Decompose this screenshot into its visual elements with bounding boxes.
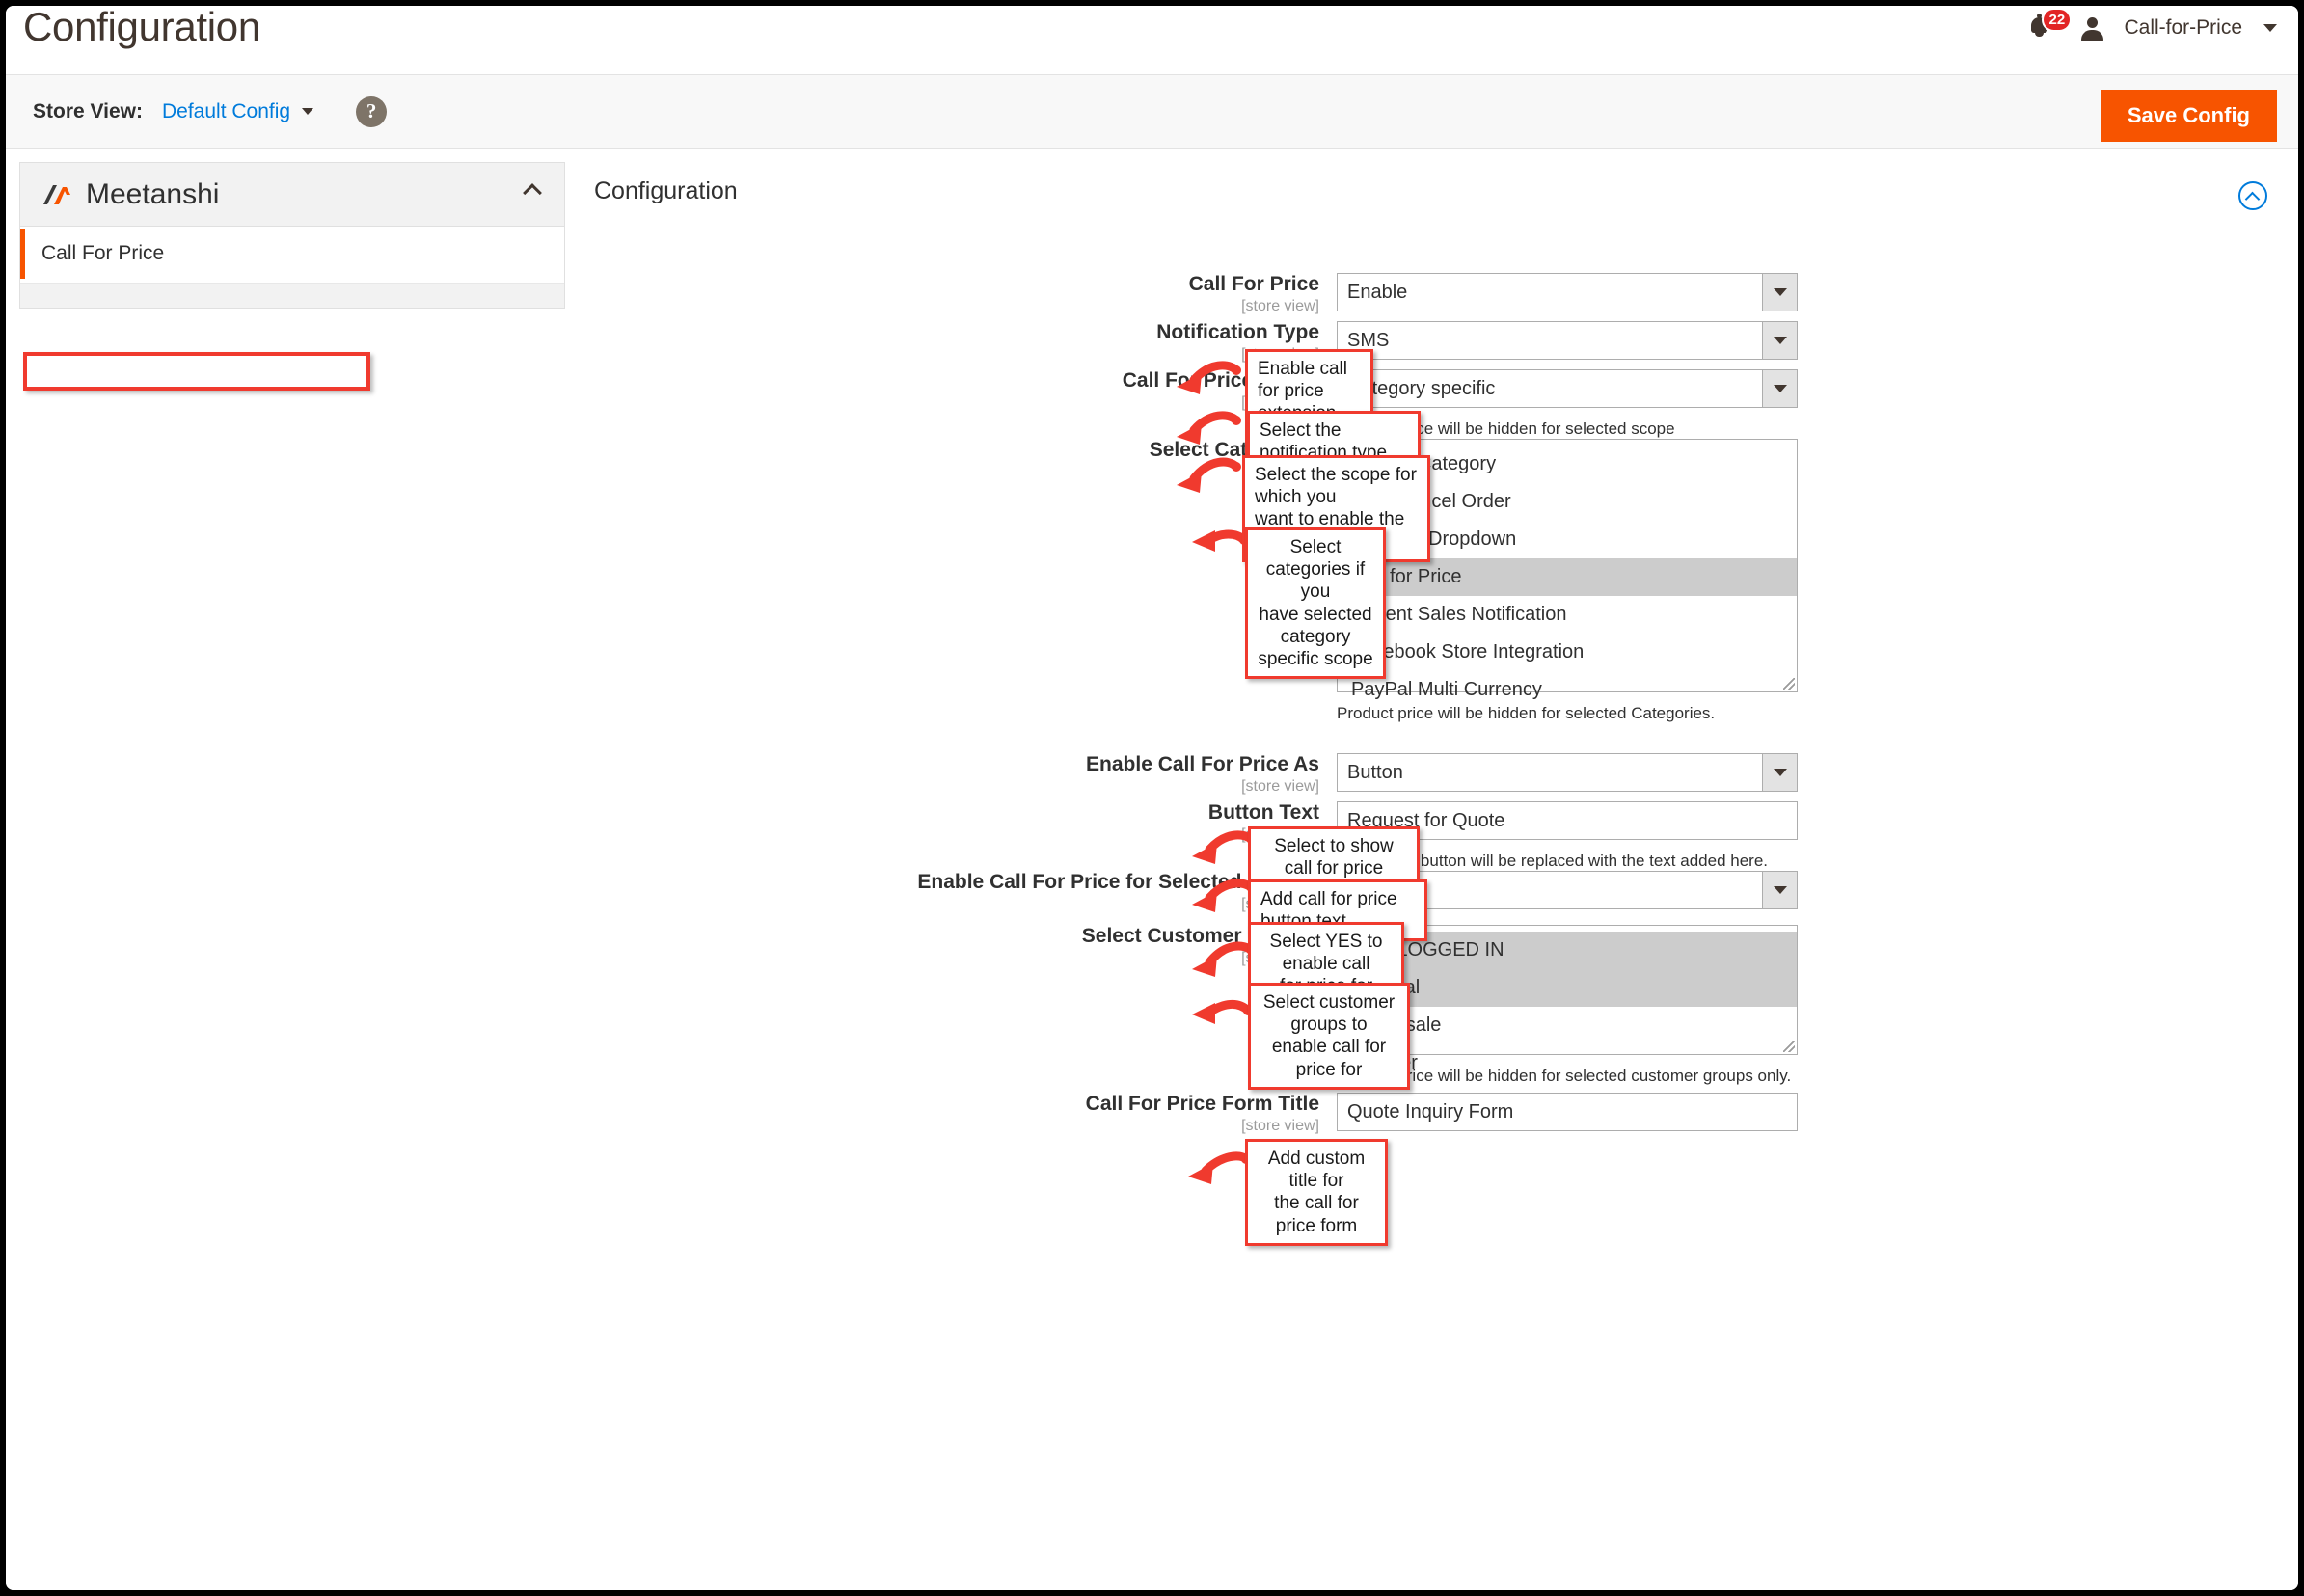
field-label: Call For Price [1188, 273, 1319, 295]
chevron-down-icon[interactable] [1762, 754, 1797, 791]
field-label-col: Enable Call For Price As [store view] [584, 753, 1337, 796]
field-label-col: Call For Price [store view] [584, 273, 1337, 315]
chevron-down-icon[interactable] [1762, 370, 1797, 407]
chevron-down-icon [302, 108, 314, 115]
field-control-col: SMS [1337, 321, 1798, 364]
annotation-arrow-icon [1192, 1000, 1253, 1024]
field-row: Notification Type [store view] SMS [584, 321, 1798, 364]
field-scope: [store view] [1241, 778, 1319, 796]
field-row: Call For Price Form Title [store view] Q… [584, 1093, 1798, 1135]
field-row: Call For Price [store view] Enable [584, 273, 1798, 315]
chevron-down-icon[interactable] [1762, 872, 1797, 908]
annotation-line: enable call for price for [1271, 1037, 1387, 1080]
help-icon[interactable]: ? [356, 95, 388, 127]
avatar[interactable] [2081, 16, 2104, 41]
field-label: Notification Type [1156, 321, 1319, 343]
store-view-switcher[interactable]: Default Config [161, 99, 314, 123]
list-item[interactable]: Call for Price [1338, 558, 1797, 596]
field-label-col: Call For Price Form Title [store view] [584, 1093, 1337, 1135]
resize-handle[interactable] [1783, 678, 1795, 690]
annotation-line: Select customer groups to [1262, 992, 1396, 1036]
enable-call-for-price-as-select[interactable]: Button [1337, 753, 1798, 792]
sidebar-items: Call For Price [20, 227, 564, 283]
list-item[interactable]: Facebook Store Integration [1338, 634, 1797, 671]
store-view-label: Store View: [33, 99, 143, 122]
call-for-price-select[interactable]: Enable [1337, 273, 1798, 311]
field-label-col: Notification Type [store view] [584, 321, 1337, 364]
annotation-line: the call for price form [1274, 1193, 1359, 1236]
notification-type-select[interactable]: SMS [1337, 321, 1798, 360]
annotation-line: Select to show call for price [1274, 836, 1394, 879]
form-title-input[interactable]: Quote Inquiry Form [1337, 1093, 1798, 1131]
store-view-bar: Store View: Default Config ? Save Config [6, 75, 2298, 149]
chevron-down-icon[interactable] [2263, 24, 2277, 32]
list-item[interactable]: Recent Sales Notification [1338, 596, 1797, 634]
collapse-all-icon[interactable] [2238, 181, 2267, 210]
page-title: Configuration [23, 4, 260, 49]
top-bar-right: 22 Call-for-Price [2027, 8, 2277, 44]
annotation-line: Select categories if you [1265, 537, 1366, 603]
annotation-line: Select the scope for which you [1255, 465, 1417, 508]
admin-screen: Configuration 22 Call-for-Price Store Vi… [0, 0, 2304, 1596]
annotation-arrow-icon [1188, 1151, 1251, 1184]
sidebar-footer [20, 283, 564, 308]
annotation-callout: Add custom title for the call for price … [1245, 1139, 1388, 1246]
sidebar-item-label: Call For Price [41, 242, 165, 264]
input-value: Quote Inquiry Form [1347, 1100, 1514, 1123]
annotation-line: Select YES to enable call [1269, 932, 1383, 975]
field-label: Button Text [1207, 801, 1319, 824]
chevron-down-icon[interactable] [1762, 322, 1797, 359]
annotation-callout: Select categories if you have selected c… [1245, 527, 1386, 680]
field-control-col: Button [1337, 753, 1798, 796]
user-menu-label[interactable]: Call-for-Price [2124, 16, 2242, 40]
sidebar-item-call-for-price[interactable]: Call For Price [20, 229, 564, 279]
field-control-col: Quote Inquiry Form [1337, 1093, 1798, 1135]
sidebar-section-header[interactable]: Meetanshi [20, 163, 564, 227]
select-value: Enable [1347, 281, 1408, 303]
annotation-highlight-sidebar-item [23, 352, 370, 391]
annotation-line: specific scope [1258, 648, 1373, 669]
annotation-arrow-icon [1177, 361, 1241, 394]
field-label: Call For Price Form Title [1085, 1093, 1319, 1115]
notification-count-badge: 22 [2042, 8, 2073, 32]
list-item[interactable]: PayPal Multi Currency [1338, 671, 1797, 709]
annotation-line: Add custom title for [1267, 1149, 1366, 1192]
chevron-up-icon[interactable] [523, 183, 542, 203]
store-view-value: Default Config [161, 99, 291, 122]
field-scope: [store view] [1241, 1118, 1319, 1135]
resize-handle[interactable] [1783, 1041, 1795, 1052]
annotation-callout: Select customer groups to enable call fo… [1248, 983, 1410, 1090]
select-value: Button [1347, 761, 1403, 783]
meetanshi-logo-icon [41, 181, 80, 208]
annotation-line: have selected category [1259, 604, 1372, 647]
notifications-button[interactable]: 22 [2027, 8, 2073, 44]
field-scope: [store view] [1241, 298, 1319, 315]
sidebar-brand-label: Meetanshi [86, 177, 220, 210]
chevron-down-icon[interactable] [1762, 274, 1797, 311]
config-main: Configuration Call For Price [store view… [584, 162, 2287, 1590]
field-row: Enable Call For Price As [store view] Bu… [584, 753, 1798, 796]
call-for-price-scope-select[interactable]: Category specific [1337, 369, 1798, 408]
content-area: Meetanshi Call For Price Configuration C… [6, 149, 2298, 1590]
annotation-arrow-icon [1177, 457, 1241, 493]
section-title: Configuration [594, 177, 738, 204]
annotation-arrow-icon [1177, 411, 1241, 445]
config-sidebar: Meetanshi Call For Price [19, 162, 565, 309]
field-label: Enable Call For Price As [1086, 753, 1319, 775]
save-config-button[interactable]: Save Config [2100, 90, 2277, 142]
annotation-arrow-icon [1192, 529, 1249, 552]
annotation-line: Enable call for price [1258, 359, 1347, 402]
field-control-col: Enable [1337, 273, 1798, 315]
top-bar: Configuration 22 Call-for-Price [6, 6, 2298, 75]
